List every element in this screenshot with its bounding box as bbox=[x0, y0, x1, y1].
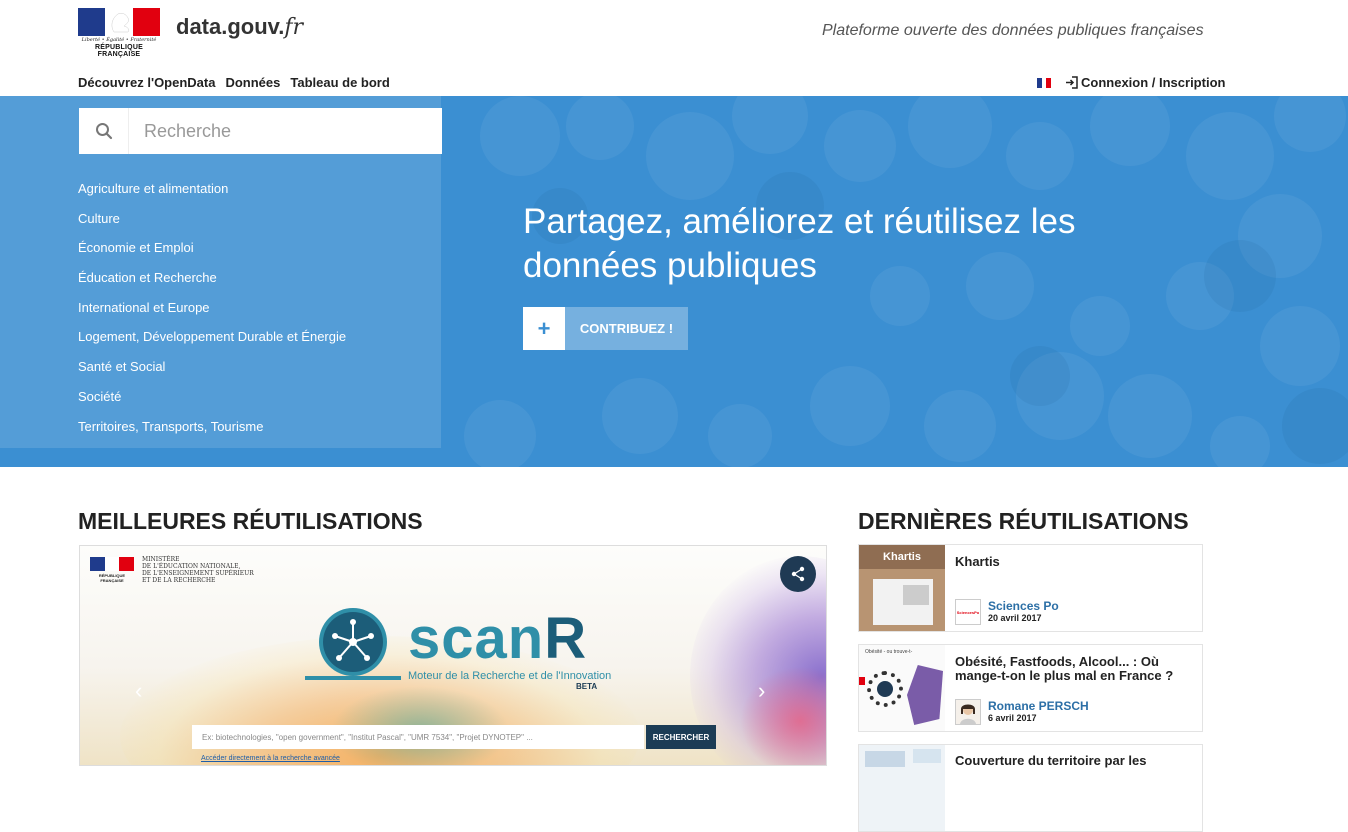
carousel-next-icon[interactable]: › bbox=[758, 678, 765, 704]
hero-banner: Agriculture et alimentation Culture Écon… bbox=[0, 96, 1348, 467]
nav-item-opendata[interactable]: Découvrez l'OpenData bbox=[78, 75, 215, 90]
share-icon bbox=[791, 566, 805, 582]
reuse-thumbnail bbox=[859, 745, 945, 831]
scanr-search-button[interactable]: RECHERCHER bbox=[646, 725, 716, 749]
org-logo-text: SciencesPo bbox=[956, 610, 980, 615]
login-label: Connexion / Inscription bbox=[1081, 75, 1226, 90]
thumb-logo bbox=[913, 749, 941, 763]
scanr-subtitle: Moteur de la Recherche et de l'Innovatio… bbox=[408, 670, 612, 682]
scanr-search-input[interactable]: Ex: biotechnologies, "open government", … bbox=[192, 725, 644, 749]
reuse-date: 20 avril 2017 bbox=[988, 613, 1042, 623]
topic-item[interactable]: International et Europe bbox=[78, 299, 346, 329]
login-link[interactable]: Connexion / Inscription bbox=[1065, 75, 1225, 90]
best-reuses-title: MEILLEURES RÉUTILISATIONS bbox=[78, 508, 423, 534]
reuse-date: 6 avril 2017 bbox=[988, 713, 1037, 723]
ministry-logo-rf: RÉPUBLIQUE FRANÇAISE bbox=[98, 573, 126, 583]
fr-flag-icon[interactable] bbox=[1037, 77, 1052, 88]
share-button[interactable] bbox=[780, 556, 816, 592]
search-box bbox=[79, 108, 442, 154]
logo-motto: Liberté • Égalité • Fraternité bbox=[81, 37, 157, 43]
org-name[interactable]: Sciences Po bbox=[988, 599, 1059, 613]
reuse-card[interactable]: Couverture du territoire par les bbox=[858, 744, 1203, 832]
marianne-profile-icon bbox=[111, 12, 130, 33]
topic-item[interactable]: Éducation et Recherche bbox=[78, 269, 346, 299]
topic-item[interactable]: Société bbox=[78, 388, 346, 418]
site-brand[interactable]: data.gouv.fr bbox=[176, 14, 303, 40]
ministry-line: Ministère bbox=[142, 556, 180, 563]
nav-item-donnees[interactable]: Données bbox=[225, 75, 280, 90]
reuse-title: Obésité, Fastfoods, Alcool... : Où mange… bbox=[955, 654, 1174, 683]
avatar bbox=[955, 699, 981, 725]
scanr-name: scan bbox=[408, 606, 545, 671]
topic-item[interactable]: Culture bbox=[78, 210, 346, 240]
topic-item[interactable]: Économie et Emploi bbox=[78, 239, 346, 269]
thumb-caption: Obésité - ou trouve-t- bbox=[865, 649, 913, 655]
main-nav: Découvrez l'OpenData Données Tableau de … bbox=[78, 75, 390, 90]
thumb-map bbox=[865, 751, 905, 767]
ministry-flag-icon bbox=[90, 557, 135, 571]
thumb-map bbox=[903, 585, 929, 605]
plus-icon: + bbox=[523, 307, 565, 350]
site-tagline: Plateforme ouverte des données publiques… bbox=[822, 22, 1204, 39]
user-nav: Connexion / Inscription bbox=[1037, 75, 1225, 90]
user-avatar-icon bbox=[956, 700, 980, 724]
topic-item[interactable]: Santé et Social bbox=[78, 358, 346, 388]
scanr-r: R bbox=[544, 606, 588, 671]
brand-tld: fr bbox=[284, 15, 304, 40]
scanr-network-icon bbox=[305, 608, 401, 680]
topics-list: Agriculture et alimentation Culture Écon… bbox=[78, 180, 346, 447]
ministry-line: et de la Recherche bbox=[142, 577, 216, 584]
marianne-logo[interactable]: Liberté • Égalité • Fraternité RÉPUBLIQU… bbox=[78, 8, 160, 58]
latest-reuses-title: DERNIÈRES RÉUTILISATIONS bbox=[858, 508, 1189, 534]
ministry-name: Ministère de l'Éducation nationale, de l… bbox=[142, 556, 262, 584]
reuse-owner: SciencesPo Sciences Po 20 avril 2017 bbox=[955, 599, 1195, 625]
nav-item-tableau-de-bord[interactable]: Tableau de bord bbox=[290, 75, 389, 90]
thumb-marker bbox=[859, 677, 865, 685]
reuse-thumbnail: Khartis bbox=[859, 545, 945, 631]
scanr-wordmark: scanR bbox=[408, 608, 587, 670]
search-input[interactable] bbox=[129, 120, 429, 142]
sign-in-icon bbox=[1066, 76, 1078, 89]
search-icon bbox=[95, 123, 112, 140]
ministry-line: de l'Enseignement supérieur bbox=[142, 570, 254, 577]
topic-item[interactable]: Territoires, Transports, Tourisme bbox=[78, 418, 346, 448]
topic-item[interactable]: Agriculture et alimentation bbox=[78, 180, 346, 210]
thumb-title: Khartis bbox=[859, 545, 945, 569]
org-name[interactable]: Romane PERSCH bbox=[988, 699, 1089, 713]
brand-name: data.gouv. bbox=[176, 14, 285, 39]
ministry-line: de l'Éducation nationale, bbox=[142, 563, 241, 570]
logo-republique: RÉPUBLIQUE FRANÇAISE bbox=[95, 44, 143, 58]
hero-title: Partagez, améliorez et réutilisez les do… bbox=[523, 202, 1076, 285]
scanr-beta-badge: BETA bbox=[576, 682, 598, 691]
reuse-card[interactable]: Obésité - ou trouve-t- Obésité, Fastfood… bbox=[858, 644, 1203, 732]
org-logo: SciencesPo bbox=[955, 599, 981, 625]
thumb-map bbox=[907, 665, 943, 725]
contribute-label: CONTRIBUEZ ! bbox=[565, 307, 688, 350]
featured-reuse-slide[interactable]: RÉPUBLIQUE FRANÇAISE Ministère de l'Éduc… bbox=[79, 545, 827, 766]
reuse-thumbnail: Obésité - ou trouve-t- bbox=[859, 645, 945, 731]
contribute-button[interactable]: + CONTRIBUEZ ! bbox=[523, 307, 688, 350]
reuse-title: Khartis bbox=[955, 554, 1000, 569]
reuse-card[interactable]: Khartis Khartis SciencesPo Sciences Po 2… bbox=[858, 544, 1203, 632]
site-header: Liberté • Égalité • Fraternité RÉPUBLIQU… bbox=[0, 0, 1348, 96]
thumb-chart-center bbox=[877, 681, 893, 697]
carousel-prev-icon[interactable]: ‹ bbox=[135, 678, 142, 704]
reuse-owner: Romane PERSCH 6 avril 2017 bbox=[955, 699, 1195, 725]
search-button[interactable] bbox=[79, 108, 129, 154]
topic-item[interactable]: Logement, Développement Durable et Énerg… bbox=[78, 328, 346, 358]
scanr-advanced-link[interactable]: Accéder directement à la recherche avanc… bbox=[201, 755, 340, 762]
